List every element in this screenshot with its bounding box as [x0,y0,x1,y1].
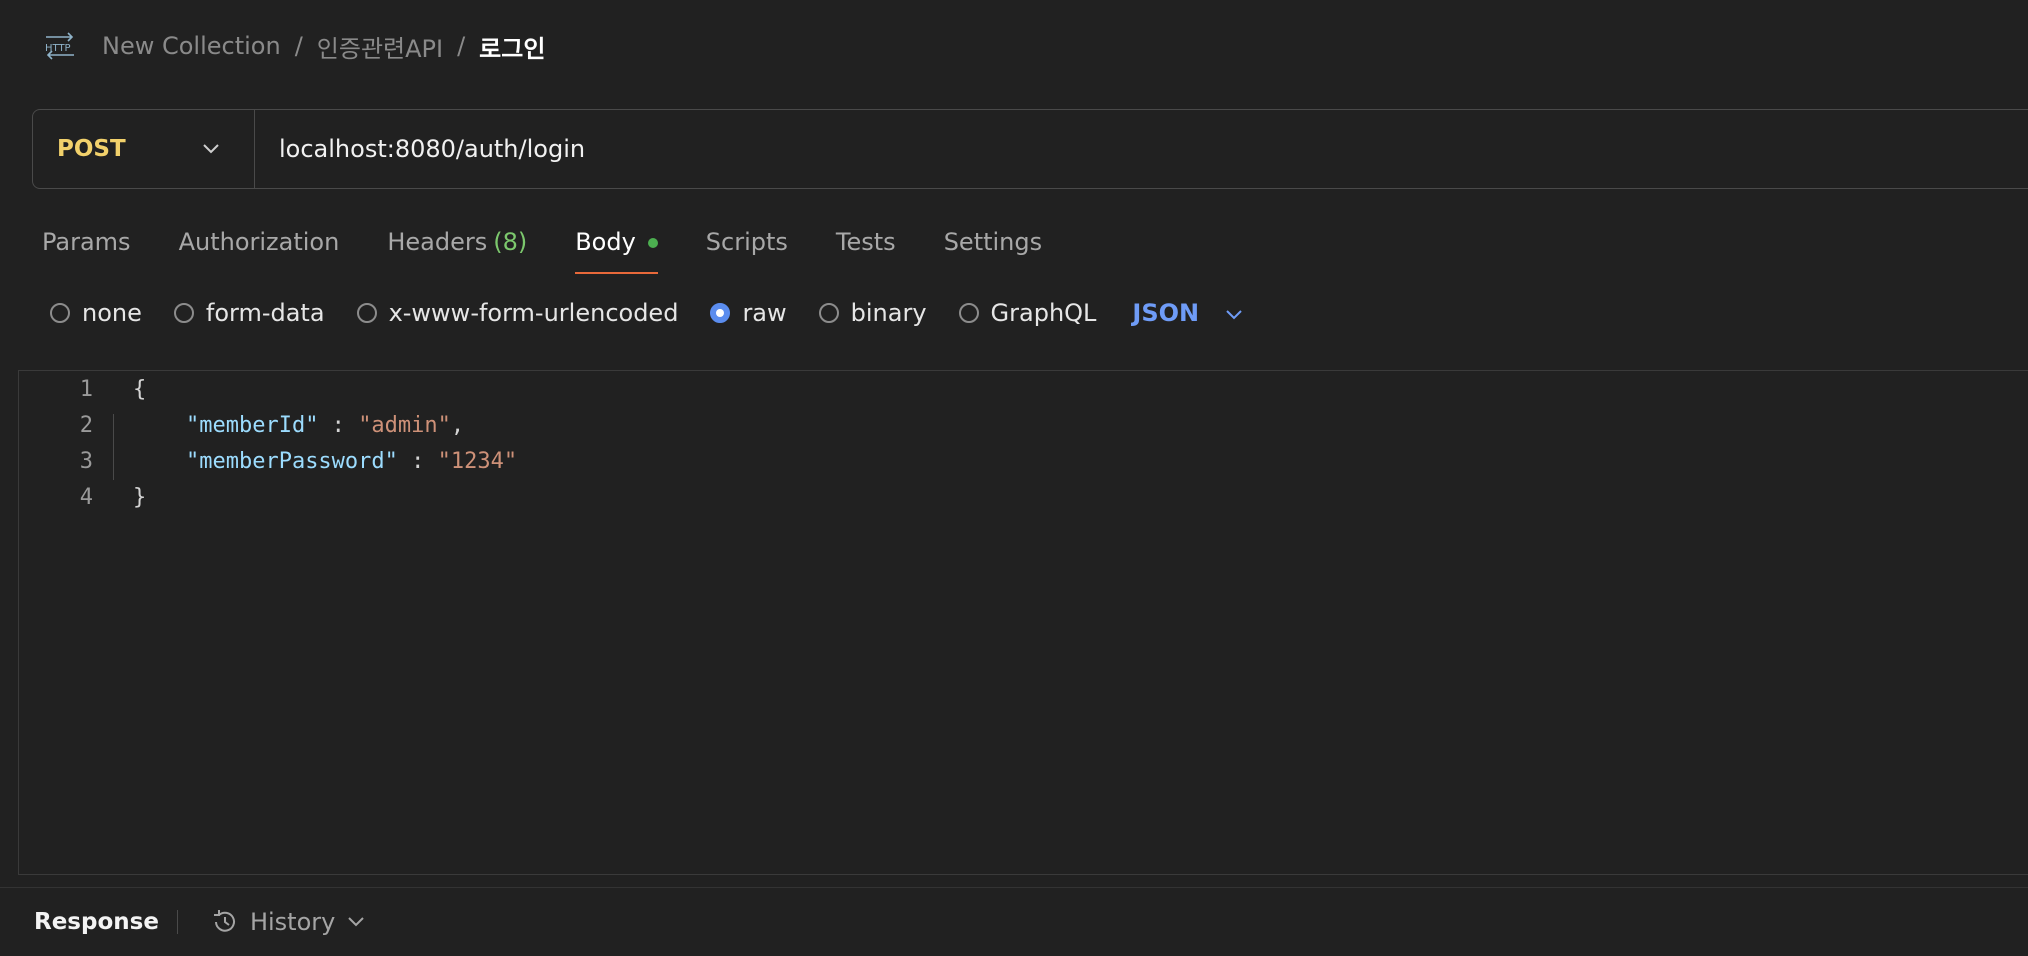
tab-authorization[interactable]: Authorization [179,220,340,274]
chevron-down-icon [202,140,220,159]
headers-count: (8) [493,228,528,256]
line-number: 4 [79,484,93,510]
radio-graphql[interactable] [958,303,979,323]
body-mode-urlencoded[interactable]: x-www-form-urlencoded [356,299,678,327]
tab-body[interactable]: Body [575,220,658,274]
method-select[interactable]: POST [33,110,255,188]
body-mode-graphql[interactable]: GraphQL [958,299,1096,327]
url-input[interactable] [255,134,2028,164]
tab-params[interactable]: Params [42,220,131,274]
chevron-down-icon [347,916,365,928]
history-label: History [249,908,336,936]
history-button[interactable]: History [210,907,365,937]
svg-text:HTTP: HTTP [45,43,71,54]
breadcrumb: HTTP New Collection / 인증관련API / 로그인 [42,26,545,66]
editor-line: 4 } [19,479,147,515]
editor-line: 2 "memberId" : "admin", [19,407,464,443]
response-footer: Response History [0,887,2028,956]
radio-urlencoded[interactable] [356,303,377,323]
code-editor[interactable]: 1 { 2 "memberId" : "admin", 3 "memberPas… [18,370,2028,875]
editor-line: 1 { [19,371,147,407]
breadcrumb-request-name[interactable]: 로그인 [479,29,545,64]
history-icon [210,907,240,937]
request-url-bar: POST [32,109,2028,189]
format-label: JSON [1132,299,1200,327]
breadcrumb-collection[interactable]: New Collection [102,32,281,60]
tab-headers[interactable]: Headers (8) [387,220,527,274]
line-number: 1 [79,376,93,402]
format-dropdown[interactable]: JSON [1132,299,1243,327]
chevron-down-icon [1225,299,1243,327]
request-tabs: Params Authorization Headers (8) Body Scr… [42,220,1090,274]
body-mode-options: none form-data x-www-form-urlencoded raw… [50,295,1243,331]
editor-line: 3 "memberPassword" : "1234" [19,443,517,479]
body-mode-raw[interactable]: raw [710,299,787,327]
line-number: 3 [79,448,93,474]
breadcrumb-separator: / [457,32,466,60]
radio-raw[interactable] [710,303,731,323]
breadcrumb-folder[interactable]: 인증관련API [317,29,443,64]
method-label: POST [57,136,126,162]
line-number: 2 [79,412,93,438]
body-mode-none[interactable]: none [50,299,142,327]
body-mode-form-data[interactable]: form-data [173,299,325,327]
radio-none[interactable] [50,303,70,323]
body-indicator-dot [647,238,658,248]
indent-guide [113,414,114,480]
breadcrumb-separator: / [294,32,303,60]
http-icon: HTTP [42,30,78,62]
body-mode-binary[interactable]: binary [818,299,927,327]
divider [176,910,178,934]
radio-binary[interactable] [818,303,839,323]
radio-form-data[interactable] [173,303,194,323]
tab-scripts[interactable]: Scripts [706,220,788,274]
tab-tests[interactable]: Tests [836,220,896,274]
tab-settings[interactable]: Settings [944,220,1042,274]
response-label[interactable]: Response [34,909,159,935]
